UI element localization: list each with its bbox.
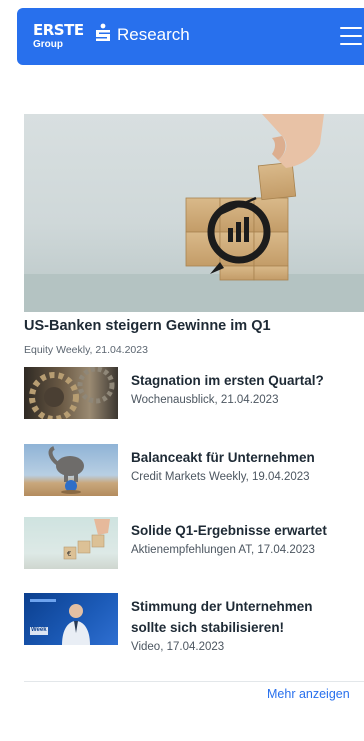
- gears-thumbnail: [24, 367, 118, 419]
- erste-group-logo[interactable]: ERSTE Group: [33, 21, 113, 55]
- site-title: Research: [117, 25, 190, 44]
- logo-word: ERSTE: [33, 21, 84, 39]
- sparkasse-s-icon: [96, 23, 110, 41]
- show-more-link[interactable]: Mehr anzeigen: [267, 687, 350, 701]
- item-title[interactable]: Balanceakt für Unternehmen: [131, 447, 364, 468]
- item-title[interactable]: Stimmung der Unternehmen sollte sich sta…: [131, 596, 364, 638]
- hero-headline[interactable]: US-Banken steigern Gewinne im Q1: [24, 318, 271, 334]
- item-title[interactable]: Stagnation im ersten Quartal?: [131, 370, 364, 391]
- item-meta: Video, 17.04.2023: [131, 641, 225, 653]
- item-meta: Credit Markets Weekly, 19.04.2023: [131, 471, 310, 483]
- list-item[interactable]: € Solide Q1-Ergebnisse erwartet Aktienem…: [24, 517, 364, 571]
- item-title-line: Stimmung der Unternehmen: [131, 599, 313, 614]
- item-meta: Wochenausblick, 21.04.2023: [131, 394, 279, 406]
- item-title-line: sollte sich stabilisieren!: [131, 620, 285, 635]
- hero-meta: Equity Weekly, 21.04.2023: [24, 344, 148, 356]
- elephant-ball-thumbnail: [24, 444, 118, 496]
- item-meta: Aktienempfehlungen AT, 17.04.2023: [131, 544, 315, 556]
- logo-group-text: Group: [33, 39, 63, 50]
- list-item[interactable]: Stagnation im ersten Quartal? Wochenausb…: [24, 367, 364, 421]
- video-presenter-thumbnail: Week: [24, 593, 118, 645]
- wooden-blocks-thumbnail: €: [24, 517, 118, 569]
- profit-blocks-illustration: [24, 114, 364, 312]
- site-header: ERSTE Group Research: [17, 8, 364, 65]
- list-item[interactable]: Week Stimmung der Unternehmen sollte sic…: [24, 593, 364, 663]
- hamburger-menu-icon[interactable]: [340, 27, 362, 45]
- divider: [24, 681, 364, 682]
- hero-image[interactable]: [24, 114, 364, 312]
- svg-text:€: €: [67, 550, 71, 558]
- list-item[interactable]: Balanceakt für Unternehmen Credit Market…: [24, 444, 364, 498]
- video-week-label: Week: [31, 627, 47, 633]
- item-title[interactable]: Solide Q1-Ergebnisse erwartet: [131, 520, 364, 541]
